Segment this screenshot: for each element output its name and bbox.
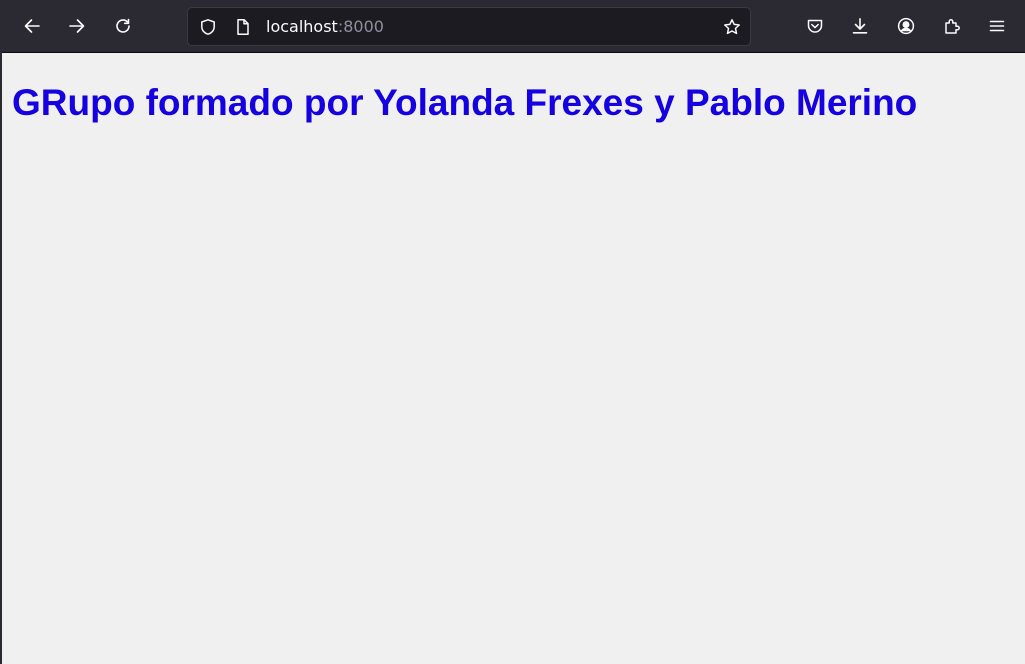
arrow-left-icon [24,19,40,33]
page-content: GRupo formado por Yolanda Frexes y Pablo… [2,53,1025,664]
pocket-button[interactable] [799,10,831,42]
forward-button[interactable] [61,10,93,42]
pocket-icon [807,19,823,33]
page-heading: GRupo formado por Yolanda Frexes y Pablo… [12,82,918,123]
puzzle-icon [945,19,960,34]
url-host: localhost [266,17,338,36]
extensions-button[interactable] [936,10,968,42]
browser-window: localhost:8000 GRupo formado por Yolanda… [0,0,1025,664]
url-bar[interactable]: localhost:8000 [187,7,751,46]
downloads-button[interactable] [844,10,876,42]
back-button[interactable] [16,10,48,42]
reload-icon [116,18,130,33]
url-port: :8000 [337,17,384,36]
account-button[interactable] [890,10,922,42]
url-text[interactable]: localhost:8000 [266,17,384,37]
arrow-right-icon [69,19,85,33]
menu-button[interactable] [981,10,1013,42]
page-icon[interactable] [233,17,253,37]
account-icon [897,17,915,35]
shield-icon[interactable] [198,17,218,37]
browser-toolbar: localhost:8000 [2,0,1025,53]
reload-button[interactable] [107,10,139,42]
download-icon [852,18,868,34]
hamburger-icon [989,20,1005,32]
star-icon[interactable] [722,17,742,37]
